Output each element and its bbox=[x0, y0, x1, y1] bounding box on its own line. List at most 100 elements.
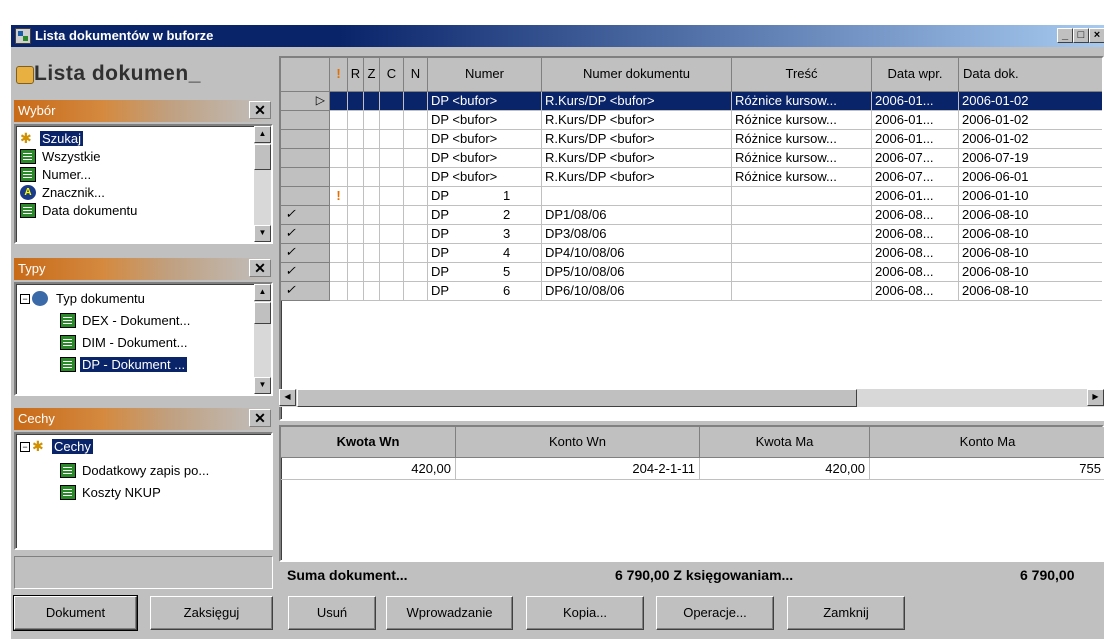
cell-flag[interactable] bbox=[330, 168, 348, 187]
cell-n[interactable] bbox=[404, 92, 428, 111]
cell-data-wpr[interactable]: 2006-07... bbox=[872, 168, 959, 187]
row-header[interactable]: ✓ bbox=[281, 206, 330, 225]
cell-data-wpr[interactable]: 2006-01... bbox=[872, 187, 959, 206]
close-panel-wybor-button[interactable]: ✕ bbox=[249, 101, 271, 119]
cell-c[interactable] bbox=[380, 111, 404, 130]
cell-n[interactable] bbox=[404, 282, 428, 301]
cell-numer-dokumentu[interactable]: DP5/10/08/06 bbox=[542, 263, 732, 282]
cell-tresc[interactable]: Różnice kursow... bbox=[732, 111, 872, 130]
cell-data-wpr[interactable]: 2006-08... bbox=[872, 263, 959, 282]
cell-data-wpr[interactable]: 2006-01... bbox=[872, 92, 959, 111]
cell-flag[interactable] bbox=[330, 244, 348, 263]
col-header-konto-wn[interactable]: Konto Wn bbox=[456, 427, 700, 458]
row-header[interactable]: ✓ bbox=[281, 244, 330, 263]
cell-c[interactable] bbox=[380, 244, 404, 263]
close-panel-cechy-button[interactable]: ✕ bbox=[249, 409, 271, 427]
cell-n[interactable] bbox=[404, 206, 428, 225]
scroll-right-icon[interactable]: ▶ bbox=[1087, 389, 1104, 406]
cechy-tree[interactable]: − ✱ Cechy Dodatkowy zapis po... Koszty N… bbox=[14, 432, 273, 550]
row-header[interactable] bbox=[281, 149, 330, 168]
entry-konto-ma[interactable]: 755 bbox=[870, 458, 1104, 480]
row-header[interactable]: ✓ bbox=[281, 263, 330, 282]
cell-tresc[interactable]: Różnice kursow... bbox=[732, 130, 872, 149]
maximize-button[interactable]: □ bbox=[1073, 28, 1089, 43]
cell-numer-dokumentu[interactable]: DP6/10/08/06 bbox=[542, 282, 732, 301]
cell-numer[interactable]: DP 4 bbox=[428, 244, 542, 263]
cell-z[interactable] bbox=[364, 149, 380, 168]
cell-tresc[interactable]: Różnice kursow... bbox=[732, 149, 872, 168]
kopia-button[interactable]: Kopia... bbox=[526, 596, 644, 630]
cell-numer-dokumentu[interactable]: R.Kurs/DP <bufor> bbox=[542, 92, 732, 111]
grid-hscrollbar[interactable]: ◀ ▶ bbox=[279, 389, 1104, 407]
cell-n[interactable] bbox=[404, 225, 428, 244]
row-header[interactable] bbox=[281, 130, 330, 149]
cell-data-dok[interactable]: 2006-08-10 bbox=[959, 263, 1102, 282]
zaksieguj-button[interactable]: Zaksięguj bbox=[150, 596, 273, 630]
cell-numer-dokumentu[interactable]: R.Kurs/DP <bufor> bbox=[542, 168, 732, 187]
cell-z[interactable] bbox=[364, 130, 380, 149]
row-header[interactable]: ✓ bbox=[281, 282, 330, 301]
cell-tresc[interactable]: Różnice kursow... bbox=[732, 92, 872, 111]
wprowadzanie-button[interactable]: Wprowadzanie bbox=[386, 596, 513, 630]
cell-data-wpr[interactable]: 2006-08... bbox=[872, 244, 959, 263]
scroll-thumb[interactable] bbox=[254, 144, 271, 170]
cell-n[interactable] bbox=[404, 168, 428, 187]
cell-flag[interactable] bbox=[330, 206, 348, 225]
cell-c[interactable] bbox=[380, 92, 404, 111]
cell-data-wpr[interactable]: 2006-08... bbox=[872, 206, 959, 225]
cell-data-dok[interactable]: 2006-08-10 bbox=[959, 206, 1102, 225]
cell-flag[interactable] bbox=[330, 282, 348, 301]
scroll-left-icon[interactable]: ◀ bbox=[279, 389, 296, 406]
cell-z[interactable] bbox=[364, 225, 380, 244]
cell-data-wpr[interactable]: 2006-01... bbox=[872, 111, 959, 130]
col-header-tresc[interactable]: Treść bbox=[732, 58, 872, 92]
cell-tresc[interactable] bbox=[732, 206, 872, 225]
cell-z[interactable] bbox=[364, 92, 380, 111]
cell-z[interactable] bbox=[364, 263, 380, 282]
scroll-down-icon[interactable]: ▼ bbox=[254, 225, 271, 242]
cell-numer-dokumentu[interactable] bbox=[542, 187, 732, 206]
col-header-konto-ma[interactable]: Konto Ma bbox=[870, 427, 1104, 458]
documents-grid[interactable]: ! R Z C N Numer Numer dokumentu Treść Da… bbox=[279, 56, 1104, 421]
cell-data-dok[interactable]: 2006-08-10 bbox=[959, 244, 1102, 263]
col-header-z[interactable]: Z bbox=[364, 58, 380, 92]
cell-data-dok[interactable]: 2006-01-02 bbox=[959, 92, 1102, 111]
cell-data-dok[interactable]: 2006-07-19 bbox=[959, 149, 1102, 168]
cell-z[interactable] bbox=[364, 282, 380, 301]
entry-kwota-ma[interactable]: 420,00 bbox=[700, 458, 870, 480]
cell-n[interactable] bbox=[404, 149, 428, 168]
cell-data-wpr[interactable]: 2006-07... bbox=[872, 149, 959, 168]
col-header-data-wpr[interactable]: Data wpr. bbox=[872, 58, 959, 92]
scroll-down-icon[interactable]: ▼ bbox=[254, 377, 271, 394]
scroll-thumb[interactable] bbox=[254, 302, 271, 324]
typy-tree[interactable]: − Typ dokumentu DEX - Dokument... DIM - … bbox=[14, 282, 273, 396]
cell-numer-dokumentu[interactable]: DP4/10/08/06 bbox=[542, 244, 732, 263]
cell-tresc[interactable] bbox=[732, 263, 872, 282]
cell-c[interactable] bbox=[380, 187, 404, 206]
cell-r[interactable] bbox=[348, 168, 364, 187]
cell-r[interactable] bbox=[348, 244, 364, 263]
title-bar[interactable]: Lista dokumentów w buforze _ □ × bbox=[11, 25, 1104, 47]
cell-r[interactable] bbox=[348, 282, 364, 301]
scroll-up-icon[interactable]: ▲ bbox=[254, 126, 271, 143]
close-button[interactable]: × bbox=[1089, 28, 1104, 43]
cell-tresc[interactable] bbox=[732, 244, 872, 263]
typy-scrollbar[interactable]: ▲ ▼ bbox=[254, 284, 271, 394]
cell-numer[interactable]: DP <bufor> bbox=[428, 92, 542, 111]
cell-z[interactable] bbox=[364, 168, 380, 187]
cell-c[interactable] bbox=[380, 149, 404, 168]
cell-z[interactable] bbox=[364, 111, 380, 130]
cell-tresc[interactable] bbox=[732, 282, 872, 301]
wybor-list[interactable]: ✱ Szukaj Wszystkie Numer... A Znacznik..… bbox=[14, 124, 273, 244]
close-panel-typy-button[interactable]: ✕ bbox=[249, 259, 271, 277]
cell-r[interactable] bbox=[348, 225, 364, 244]
cell-r[interactable] bbox=[348, 206, 364, 225]
cell-data-dok[interactable]: 2006-08-10 bbox=[959, 282, 1102, 301]
operacje-button[interactable]: Operacje... bbox=[656, 596, 774, 630]
cell-numer-dokumentu[interactable]: DP3/08/06 bbox=[542, 225, 732, 244]
entry-kwota-wn[interactable]: 420,00 bbox=[281, 458, 456, 480]
cell-numer-dokumentu[interactable]: DP1/08/06 bbox=[542, 206, 732, 225]
cell-tresc[interactable]: Różnice kursow... bbox=[732, 168, 872, 187]
cell-r[interactable] bbox=[348, 130, 364, 149]
cell-tresc[interactable] bbox=[732, 187, 872, 206]
